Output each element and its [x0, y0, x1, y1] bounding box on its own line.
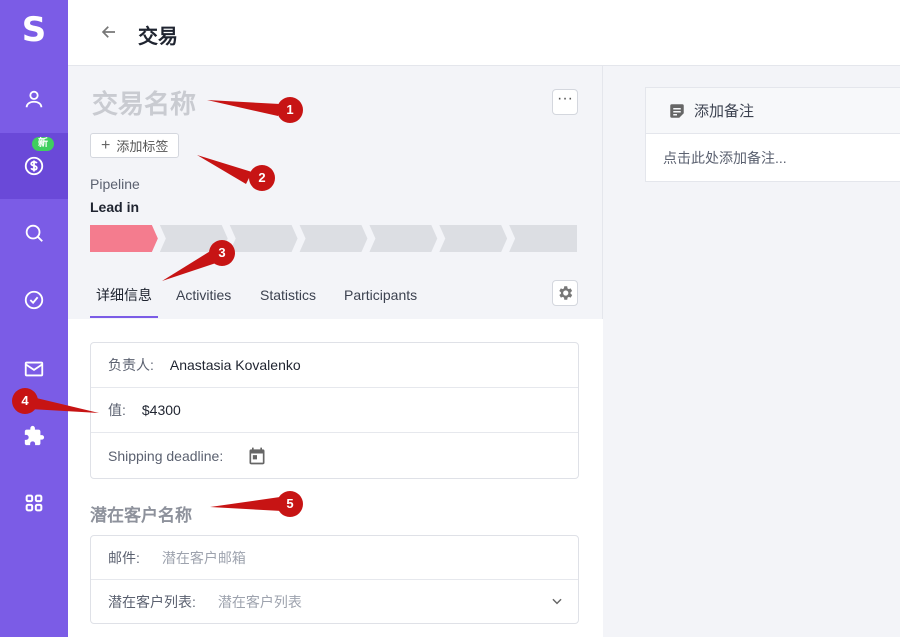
- callout-1: 1: [277, 97, 303, 123]
- search-icon: [25, 224, 43, 242]
- pipeline-stage-6[interactable]: [439, 225, 508, 252]
- back-arrow-icon[interactable]: [100, 23, 118, 41]
- deal-detail-panel: 交易名称 ··· + 添加标签 Pipeline Lead in 详细信息 Ac…: [68, 66, 603, 637]
- callout-5: 5: [277, 491, 303, 517]
- value-row[interactable]: 值: $4300: [91, 388, 578, 433]
- sidebar-item-contacts[interactable]: [0, 66, 68, 132]
- deal-value: $4300: [141, 402, 181, 418]
- new-badge: 新: [32, 137, 54, 151]
- tab-participants[interactable]: Participants: [344, 278, 417, 318]
- plus-icon: +: [101, 136, 111, 154]
- pipeline-label: Pipeline: [90, 176, 140, 192]
- tab-details[interactable]: 详细信息: [90, 278, 158, 318]
- lead-email-input[interactable]: 潜在客户邮箱: [162, 548, 246, 568]
- calendar-icon[interactable]: [247, 446, 267, 466]
- sidebar-item-integrations[interactable]: [0, 403, 68, 469]
- sidebar-item-search[interactable]: [0, 200, 68, 266]
- add-tag-button[interactable]: + 添加标签: [90, 133, 180, 158]
- pipeline-progress-bar: [90, 225, 577, 252]
- lead-list-row[interactable]: 潜在客户列表: 潜在客户列表: [91, 580, 578, 623]
- lead-section-title: 潜在客户名称: [90, 506, 192, 525]
- lead-email-row[interactable]: 邮件: 潜在客户邮箱: [91, 536, 578, 580]
- sidebar-item-apps[interactable]: [0, 470, 68, 536]
- add-note-header[interactable]: 添加备注: [646, 88, 900, 134]
- note-input[interactable]: 点击此处添加备注...: [646, 134, 900, 182]
- gear-icon: [559, 286, 573, 300]
- mail-icon: [24, 361, 44, 377]
- deal-name-field[interactable]: 交易名称: [92, 84, 196, 121]
- lead-list-select[interactable]: 潜在客户列表: [218, 592, 302, 612]
- callout-2: 2: [249, 165, 275, 191]
- owner-row[interactable]: 负责人: Anastasia Kovalenko: [91, 343, 578, 388]
- check-circle-icon: [24, 290, 44, 310]
- lead-card: 邮件: 潜在客户邮箱 潜在客户列表: 潜在客户列表: [90, 535, 579, 624]
- pipeline-stage-1[interactable]: [90, 225, 158, 252]
- callout-3: 3: [209, 240, 235, 266]
- app-logo[interactable]: S: [0, 10, 68, 50]
- pipeline-stage-7[interactable]: [509, 225, 577, 252]
- pipeline-stage: Lead in: [90, 199, 140, 215]
- dollar-icon: [24, 156, 44, 176]
- sidebar: S 新: [0, 0, 68, 637]
- lead-email-label: 邮件:: [108, 549, 140, 566]
- pipeline-stage-5[interactable]: [369, 225, 438, 252]
- tab-statistics[interactable]: Statistics: [260, 278, 316, 318]
- shipping-deadline-label: Shipping deadline:: [108, 447, 224, 464]
- apps-grid-icon: [25, 494, 43, 512]
- note-icon: [670, 103, 684, 118]
- puzzle-icon: [24, 425, 45, 446]
- value-label: 值:: [108, 402, 126, 418]
- top-bar: 交易: [68, 0, 900, 66]
- deal-details-card: 负责人: Anastasia Kovalenko 值: $4300 Shippi…: [90, 342, 579, 479]
- tab-activities[interactable]: Activities: [176, 278, 231, 318]
- page-title: 交易: [138, 26, 178, 48]
- chevron-down-icon[interactable]: [550, 594, 564, 608]
- sidebar-item-tasks[interactable]: [0, 267, 68, 333]
- add-tag-label: 添加标签: [116, 139, 169, 154]
- tab-settings-button[interactable]: [552, 280, 578, 306]
- add-note-label: 添加备注: [694, 103, 755, 120]
- callout-4: 4: [12, 388, 38, 414]
- owner-value: Anastasia Kovalenko: [169, 357, 301, 373]
- person-icon: [25, 90, 43, 108]
- tab-bar: 详细信息 Activities Statistics Participants: [90, 278, 579, 320]
- notes-card: 添加备注 点击此处添加备注...: [645, 87, 900, 182]
- pipeline-stage-3[interactable]: [229, 225, 298, 252]
- more-options-button[interactable]: ···: [552, 89, 578, 115]
- lead-list-label: 潜在客户列表:: [108, 593, 196, 610]
- sidebar-item-deals[interactable]: 新: [0, 133, 68, 199]
- pipeline-stage-4[interactable]: [299, 225, 368, 252]
- owner-label: 负责人:: [108, 357, 154, 373]
- shipping-deadline-row[interactable]: Shipping deadline:: [91, 433, 578, 478]
